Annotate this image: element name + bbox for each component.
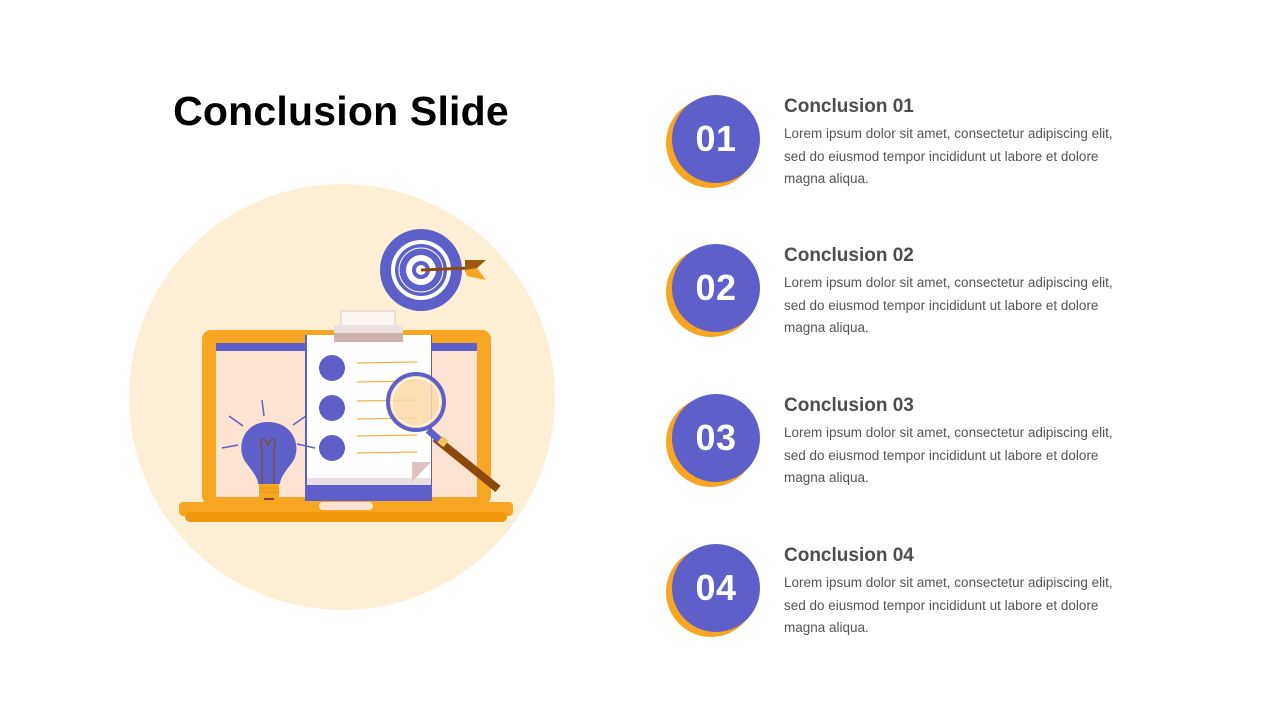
number-badge: 01 (664, 95, 764, 196)
item-heading: Conclusion 02 (784, 245, 914, 266)
item-heading: Conclusion 01 (784, 96, 914, 117)
item-heading: Conclusion 03 (784, 395, 914, 416)
item-description: Lorem ipsum dolor sit amet, consectetur … (784, 575, 1113, 636)
conclusion-item-1: 01 Conclusion 01 Lorem ipsum dolor sit a… (664, 95, 1184, 196)
badge-number: 01 (672, 95, 760, 183)
badge-number: 03 (672, 394, 760, 482)
number-badge: 02 (664, 244, 764, 345)
item-heading: Conclusion 04 (784, 545, 914, 566)
item-description: Lorem ipsum dolor sit amet, consectetur … (784, 126, 1113, 187)
badge-number: 02 (672, 244, 760, 332)
conclusion-item-3: 03 Conclusion 03 Lorem ipsum dolor sit a… (664, 394, 1184, 495)
number-badge: 04 (664, 544, 764, 645)
item-description: Lorem ipsum dolor sit amet, consectetur … (784, 425, 1113, 486)
conclusion-item-2: 02 Conclusion 02 Lorem ipsum dolor sit a… (664, 244, 1184, 345)
item-description: Lorem ipsum dolor sit amet, consectetur … (784, 275, 1113, 336)
conclusion-item-4: 04 Conclusion 04 Lorem ipsum dolor sit a… (664, 544, 1184, 645)
number-badge: 03 (664, 394, 764, 495)
badge-number: 04 (672, 544, 760, 632)
slide-title: Conclusion Slide (173, 88, 509, 134)
conclusion-illustration (129, 184, 555, 610)
